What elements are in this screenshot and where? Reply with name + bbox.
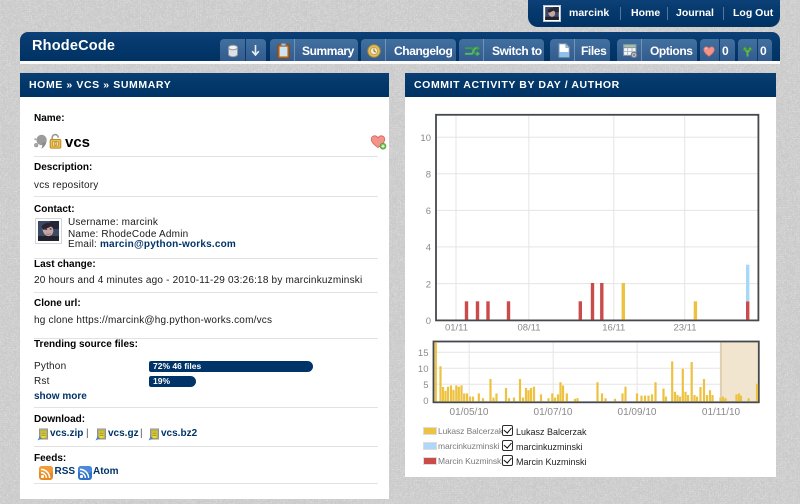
svg-text:10: 10 bbox=[420, 133, 431, 144]
svg-text:4: 4 bbox=[426, 243, 431, 254]
svg-text:01/11/10: 01/11/10 bbox=[702, 407, 741, 418]
svg-text:0: 0 bbox=[423, 396, 428, 407]
svg-text:08/11: 08/11 bbox=[517, 323, 540, 334]
svg-text:01/09/10: 01/09/10 bbox=[618, 407, 657, 418]
svg-text:23/11: 23/11 bbox=[673, 323, 696, 334]
svg-text:01/11: 01/11 bbox=[445, 323, 468, 334]
svg-text:10: 10 bbox=[418, 364, 429, 375]
svg-text:5: 5 bbox=[423, 380, 428, 391]
svg-text:2: 2 bbox=[426, 279, 431, 290]
svg-text:8: 8 bbox=[426, 170, 431, 181]
svg-text:15: 15 bbox=[418, 348, 429, 359]
svg-text:01/07/10: 01/07/10 bbox=[534, 407, 573, 418]
svg-text:0: 0 bbox=[426, 316, 431, 327]
svg-text:6: 6 bbox=[426, 206, 431, 217]
svg-text:16/11: 16/11 bbox=[602, 323, 625, 334]
svg-text:01/05/10: 01/05/10 bbox=[450, 407, 489, 418]
